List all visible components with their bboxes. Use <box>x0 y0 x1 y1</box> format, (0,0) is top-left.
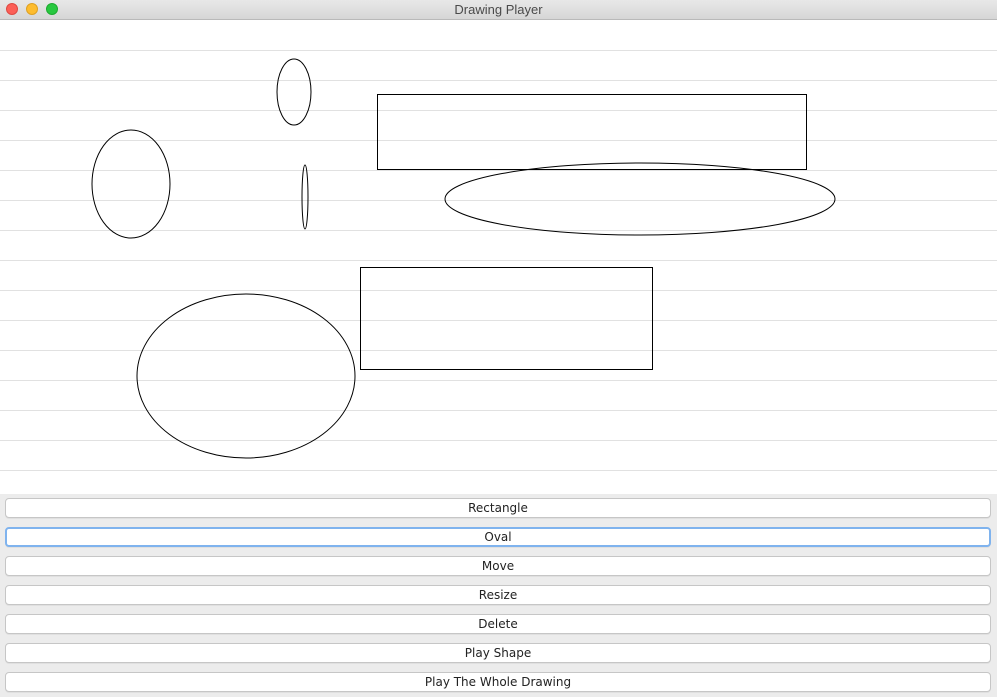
oval-shape[interactable] <box>136 293 356 459</box>
drawing-surface[interactable] <box>0 20 997 494</box>
app-window: Drawing Player Rectangle Oval Move Resiz… <box>0 0 997 697</box>
oval-shape[interactable] <box>276 58 312 126</box>
rule-lines <box>0 50 997 471</box>
oval-shape[interactable] <box>91 129 171 239</box>
drawing-canvas[interactable] <box>0 20 997 494</box>
play-whole-drawing-button[interactable]: Play The Whole Drawing <box>5 672 991 692</box>
oval-button[interactable]: Oval <box>5 527 991 547</box>
delete-button[interactable]: Delete <box>5 614 991 634</box>
oval-shape[interactable] <box>444 162 836 236</box>
oval-shape[interactable] <box>301 164 309 230</box>
window-title: Drawing Player <box>454 2 543 17</box>
resize-button[interactable]: Resize <box>5 585 991 605</box>
rectangle-shape[interactable] <box>377 94 807 170</box>
play-shape-button[interactable]: Play Shape <box>5 643 991 663</box>
move-button[interactable]: Move <box>5 556 991 576</box>
shapes[interactable] <box>91 58 836 459</box>
button-panel: Rectangle Oval Move Resize Delete Play S… <box>0 494 997 697</box>
rectangle-shape[interactable] <box>360 267 653 370</box>
rectangle-button[interactable]: Rectangle <box>5 498 991 518</box>
title-bar: Drawing Player <box>0 0 997 20</box>
